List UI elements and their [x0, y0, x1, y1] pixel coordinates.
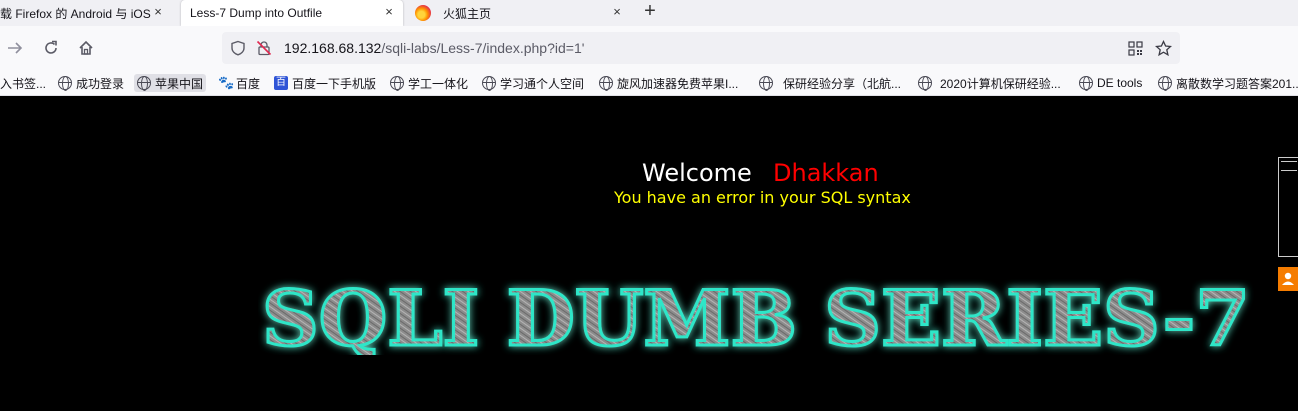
user-avatar-icon[interactable] — [1278, 267, 1298, 291]
bookmark-item[interactable]: 百百度一下手机版 — [274, 74, 376, 92]
reload-icon[interactable] — [42, 39, 60, 57]
bookmark-item[interactable]: 学工一体化 — [390, 74, 468, 92]
globe-icon — [759, 76, 773, 91]
bookmark-label: 百度一下手机版 — [292, 76, 377, 91]
bookmark-item[interactable]: 🐾 百度 — [218, 74, 260, 92]
url-bar[interactable]: 192.168.68.132/sqli-labs/Less-7/index.ph… — [222, 32, 1180, 64]
globe-icon — [599, 76, 613, 91]
navigation-toolbar: 192.168.68.132/sqli-labs/Less-7/index.ph… — [0, 26, 1298, 70]
qr-code-icon[interactable] — [1128, 41, 1143, 56]
bookmark-item[interactable]: 离散数学习题答案201... — [1158, 74, 1298, 92]
bookmark-label: 学工一体化 — [408, 76, 469, 91]
baidu-paw-icon: 🐾 — [218, 75, 235, 90]
close-icon[interactable]: × — [150, 4, 166, 20]
globe-icon — [1158, 76, 1172, 91]
globe-icon — [482, 76, 496, 91]
globe-icon — [137, 76, 151, 91]
bookmark-label: DE tools — [1097, 76, 1143, 90]
bookmark-item[interactable]: 学习通个人空间 — [482, 74, 584, 92]
tab-firefox-home[interactable]: 火狐主页 × — [407, 0, 631, 26]
bookmark-label: 苹果中国 — [155, 76, 204, 91]
tab-strip: 载 Firefox 的 Android 与 iOS × Less-7 Dump … — [0, 0, 1298, 26]
bookmark-label: 旋风加速器免费苹果I... — [617, 76, 739, 91]
sql-error-message: You have an error in your SQL syntax — [614, 188, 911, 207]
page-content: Welcome Dhakkan You have an error in you… — [0, 97, 1298, 411]
bookmark-item[interactable]: 旋风加速器免费苹果I... — [599, 74, 738, 92]
insecure-lock-icon[interactable] — [256, 40, 272, 56]
bookmark-item[interactable]: 苹果中国 — [134, 74, 207, 92]
firefox-icon — [415, 5, 431, 21]
shield-icon[interactable] — [230, 40, 246, 56]
bookmark-item[interactable]: 入书签... — [0, 74, 46, 92]
bookmarks-toolbar: 入书签... 成功登录 苹果中国 🐾 百度 百百度一下手机版 学工一体化 学习通个… — [0, 70, 1298, 96]
tab-label: Less-7 Dump into Outfile — [190, 6, 323, 20]
close-icon[interactable]: × — [609, 4, 625, 20]
new-tab-button[interactable]: + — [640, 0, 660, 24]
bookmark-item[interactable]: 2020计算机保研经验... — [918, 74, 1061, 92]
url-path: /sqli-labs/Less-7/index.php?id=1' — [381, 40, 585, 56]
tab-label: 火狐主页 — [443, 6, 492, 21]
sqli-dumb-series-banner: SQLI DUMB SERIES-7 — [261, 275, 1252, 355]
banner-text: SQLI DUMB SERIES-7 — [262, 275, 1250, 355]
tab-less-7[interactable]: Less-7 Dump into Outfile × — [181, 0, 403, 26]
url-host: 192.168.68.132 — [284, 40, 382, 56]
bookmark-label: 学习通个人空间 — [500, 76, 585, 91]
bookmark-item[interactable]: 成功登录 — [58, 74, 124, 92]
bookmark-item[interactable]: 保研经验分享（北航... — [759, 74, 901, 92]
bookmark-label: 离散数学习题答案201... — [1176, 76, 1298, 91]
bookmark-label: 保研经验分享（北航... — [783, 76, 902, 91]
bookmark-label: 百度 — [236, 76, 261, 91]
close-icon[interactable]: × — [381, 4, 397, 20]
tab-firefox-download[interactable]: 载 Firefox 的 Android 与 iOS × — [0, 0, 172, 26]
bookmark-star-icon[interactable] — [1155, 40, 1172, 57]
globe-icon — [58, 76, 72, 91]
forward-arrow-icon[interactable] — [6, 40, 24, 56]
globe-icon — [918, 76, 932, 91]
globe-icon — [390, 76, 404, 91]
bookmark-item[interactable]: DE tools — [1079, 74, 1142, 92]
url-text[interactable]: 192.168.68.132/sqli-labs/Less-7/index.ph… — [284, 40, 584, 56]
bookmark-label: 2020计算机保研经验... — [940, 76, 1061, 91]
username-text: Dhakkan — [773, 159, 879, 187]
tab-label: 载 Firefox 的 Android 与 iOS — [0, 6, 151, 21]
side-panel-widget[interactable] — [1278, 157, 1298, 257]
bookmark-label: 成功登录 — [76, 76, 125, 91]
globe-icon — [1079, 76, 1093, 91]
baidu-box-icon: 百 — [274, 76, 288, 90]
bookmark-label: 入书签... — [0, 76, 47, 91]
welcome-text: Welcome — [642, 159, 752, 187]
home-icon[interactable] — [77, 39, 95, 57]
